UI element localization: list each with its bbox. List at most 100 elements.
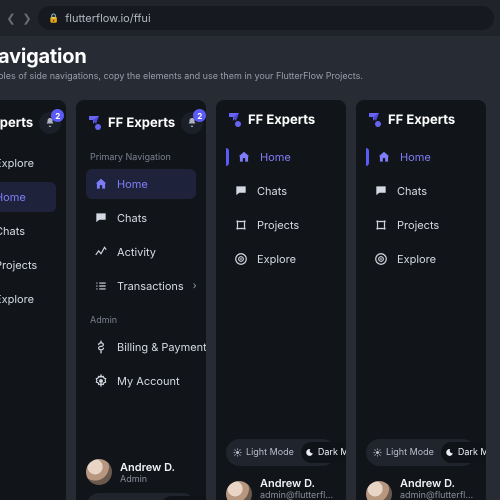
sidebar-item-home[interactable]: Home bbox=[0, 182, 56, 212]
activity-icon bbox=[94, 245, 108, 259]
user-role: Admin bbox=[120, 474, 175, 485]
theme-dark-option[interactable]: Dark Mode bbox=[301, 442, 346, 463]
sidebar-item-explore[interactable]: Explore bbox=[366, 244, 476, 274]
sidebar-item-label: Home bbox=[260, 150, 291, 164]
notif-count-badge: 2 bbox=[193, 109, 206, 122]
sidenav-panel-1: FF Experts 2 Explore Home Chats Proje bbox=[0, 100, 66, 500]
theme-light-option[interactable]: Light Mode bbox=[229, 442, 298, 463]
list-icon bbox=[94, 279, 108, 293]
sidenav-examples-row: FF Experts 2 Explore Home Chats Proje bbox=[0, 100, 500, 500]
sidebar-item-my-account[interactable]: My Account bbox=[86, 366, 196, 396]
home-icon bbox=[94, 177, 108, 191]
theme-label: Light Mode bbox=[386, 447, 434, 458]
chat-icon bbox=[374, 184, 388, 198]
sidebar-item-label: Explore bbox=[397, 252, 436, 266]
theme-label: Light Mode bbox=[246, 447, 294, 458]
sidebar-item-label: Chats bbox=[0, 224, 25, 238]
projects-icon bbox=[374, 218, 388, 232]
sidenav-panel-3: FF Experts Home Chats Projects Explore bbox=[216, 100, 346, 500]
sun-icon bbox=[233, 448, 242, 457]
panel-header: FF Experts bbox=[226, 112, 336, 142]
sidebar-item-label: My Account bbox=[117, 374, 180, 388]
sidebar-item-activity[interactable]: Activity bbox=[86, 237, 196, 267]
theme-dark-option[interactable]: Dark M bbox=[441, 442, 486, 463]
sidebar-item-label: Explore bbox=[257, 252, 296, 266]
user-name: Andrew D. bbox=[260, 476, 336, 490]
notification-bell[interactable]: 2 bbox=[39, 112, 61, 134]
user-card[interactable]: Andrew D. Admin bbox=[86, 459, 196, 485]
theme-toggle[interactable]: Light Mode Dark M bbox=[366, 439, 476, 466]
sidebar-item-label: Projects bbox=[397, 218, 439, 232]
avatar bbox=[226, 481, 252, 500]
chat-icon bbox=[234, 184, 248, 198]
sidebar-item-billing[interactable]: Billing & Payments bbox=[86, 332, 196, 362]
theme-light-option[interactable]: Light Mode bbox=[89, 496, 158, 500]
nav-fwd-icon[interactable]: ❯ bbox=[22, 11, 32, 25]
explore-icon bbox=[374, 252, 388, 266]
sidebar-item-home[interactable]: Home bbox=[86, 169, 196, 199]
brand-text: FF Experts bbox=[108, 115, 175, 131]
sidebar-item-projects[interactable]: Projects bbox=[226, 210, 336, 240]
page-title: avigation bbox=[0, 44, 500, 68]
url-bar[interactable]: 🔒 flutterflow.io/ffui bbox=[38, 6, 494, 30]
chevron-right-icon: › bbox=[193, 280, 197, 292]
moon-icon bbox=[305, 448, 314, 457]
home-icon bbox=[237, 150, 251, 164]
sidebar-item-chats[interactable]: Chats bbox=[366, 176, 476, 206]
sidebar-item-label: Chats bbox=[257, 184, 287, 198]
panel-header: FF Experts bbox=[366, 112, 476, 142]
sidebar-item-label: Projects bbox=[257, 218, 299, 232]
user-name: Andrew D. bbox=[400, 476, 476, 490]
avatar bbox=[86, 459, 112, 485]
sidebar-item-explore[interactable]: Explore bbox=[0, 148, 56, 178]
section-primary-nav: Primary Navigation bbox=[86, 148, 196, 169]
sidebar-item-home[interactable]: Home bbox=[366, 142, 476, 172]
theme-label: Dark Mode bbox=[318, 447, 346, 458]
sidebar-item-projects[interactable]: Projects bbox=[366, 210, 476, 240]
sidebar-item-label: Chats bbox=[397, 184, 427, 198]
sidebar-item-explore[interactable]: Explore bbox=[0, 284, 56, 314]
brand-text: FF Experts bbox=[0, 115, 33, 131]
brand-text: FF Experts bbox=[388, 112, 455, 128]
dollar-icon bbox=[94, 340, 108, 354]
theme-label: Dark M bbox=[458, 447, 486, 458]
theme-toggle[interactable]: Light Mode Dark Mode bbox=[226, 439, 336, 466]
moon-icon bbox=[445, 448, 454, 457]
brand-text: FF Experts bbox=[248, 112, 315, 128]
chat-icon bbox=[94, 211, 108, 225]
page-subtitle: ples of side navigations, copy the eleme… bbox=[0, 71, 500, 82]
sidebar-item-label: Explore bbox=[0, 156, 34, 170]
projects-icon bbox=[234, 218, 248, 232]
sidebar-item-label: Activity bbox=[117, 245, 156, 259]
sidebar-item-label: Home bbox=[400, 150, 431, 164]
sidenav-panel-2: FF Experts 2 Primary Navigation Home Cha… bbox=[76, 100, 206, 500]
notification-bell[interactable]: 2 bbox=[181, 112, 203, 134]
sidebar-item-explore[interactable]: Explore bbox=[226, 244, 336, 274]
browser-bar: ❮ ❯ 🔒 flutterflow.io/ffui bbox=[0, 0, 500, 36]
gear-icon bbox=[94, 374, 108, 388]
sidebar-item-label: Home bbox=[0, 190, 26, 204]
sidebar-item-chats[interactable]: Chats bbox=[86, 203, 196, 233]
nav-back-icon[interactable]: ❮ bbox=[6, 11, 16, 25]
sidebar-item-label: Projects bbox=[0, 258, 37, 272]
sidebar-item-transactions[interactable]: Transactions › bbox=[86, 271, 196, 301]
sidebar-item-home[interactable]: Home bbox=[226, 142, 336, 172]
lock-icon: 🔒 bbox=[48, 13, 59, 24]
theme-toggle[interactable]: Light Mode Dark Mode bbox=[86, 493, 196, 500]
sidebar-item-label: Chats bbox=[117, 211, 147, 225]
sidebar-item-label: Home bbox=[117, 177, 148, 191]
sidebar-item-label: Billing & Payments bbox=[117, 340, 206, 354]
sidebar-item-projects[interactable]: Projects bbox=[0, 250, 56, 280]
theme-dark-option[interactable]: Dark Mode bbox=[161, 496, 206, 500]
user-card[interactable]: Andrew D. admin@flutterflow.app View Pro… bbox=[226, 476, 336, 500]
user-card[interactable]: Andrew D. admin@flutterflow.app View Pro… bbox=[366, 476, 476, 500]
sidebar-item-label: Explore bbox=[0, 292, 34, 306]
section-admin: Admin bbox=[86, 311, 196, 332]
url-text: flutterflow.io/ffui bbox=[65, 11, 150, 25]
sidenav-panel-4: FF Experts Home Chats Projects Explore bbox=[356, 100, 486, 500]
sidebar-item-chats[interactable]: Chats bbox=[0, 216, 56, 246]
brand-icon bbox=[368, 113, 382, 127]
notif-count-badge: 2 bbox=[51, 109, 64, 122]
theme-light-option[interactable]: Light Mode bbox=[369, 442, 438, 463]
sidebar-item-chats[interactable]: Chats bbox=[226, 176, 336, 206]
